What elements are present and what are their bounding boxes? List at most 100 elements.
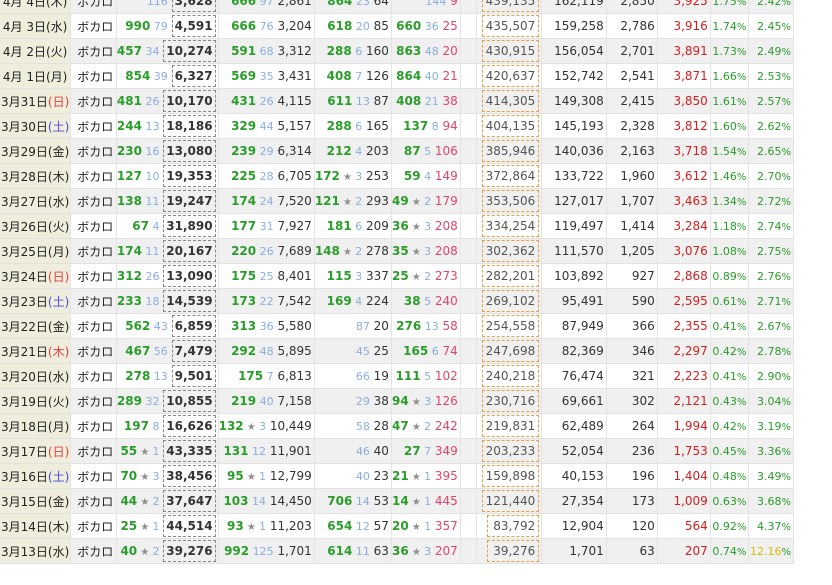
daily-rank-cell-sub: 18 [141, 295, 160, 308]
weekly-rank-cell-sub: 29 [256, 145, 274, 158]
percent-unit: % [781, 497, 791, 508]
mylist-rank-cell-rank: 408 [396, 94, 422, 108]
weekday-text: (火) [47, 394, 70, 409]
monthly-rank-cell-value: 85 [369, 19, 389, 33]
like-rate-value: 2.42 [756, 0, 782, 8]
like-rate-cell: 2.49% [748, 38, 794, 64]
spacer-cell [460, 138, 477, 164]
mylist-rate-value: 1.74 [712, 20, 737, 33]
percent-unit: % [781, 122, 791, 133]
like-rate-value: 2.78 [756, 345, 782, 358]
monthly-rank-cell: 148 ★ 2 278 [314, 238, 392, 264]
daily-rank-cell-sub: 26 [141, 95, 160, 108]
weekly-rank-cell-rank: 992 [224, 544, 250, 558]
percent-unit: % [736, 197, 747, 208]
like-rate-value: 2.57 [756, 95, 782, 108]
monthly-rank-cell-sub: 87 [355, 320, 370, 333]
like-rate-cell: 2.71% [748, 288, 794, 314]
mylist-count-cell: 236 [606, 438, 658, 464]
weekly-rank-cell: 666 97 2,861 [218, 0, 315, 14]
weekly-rank-cell-value: 5,580 [273, 319, 312, 333]
date-text: 3月23日 [0, 294, 48, 309]
mylist-rank-cell-rank: 38 [403, 294, 421, 308]
daily-view-count: 18,186 [163, 115, 216, 137]
percent-unit: % [736, 0, 747, 8]
mylist-rank-cell: 144 9 [391, 0, 461, 14]
monthly-rank-cell: 618 20 85 [314, 13, 392, 39]
mylist-rate-value: 1.73 [712, 45, 737, 58]
daily-rank-cell: 278 13 9,501 [116, 363, 219, 389]
percent-unit: % [736, 297, 747, 308]
daily-view-count: 7,479 [171, 340, 216, 362]
weekly-rank-cell-sub: 44 [256, 120, 274, 133]
weekly-rank-cell-rank: 131 [223, 444, 249, 458]
mylist-rank-cell-value: 21 [438, 69, 458, 83]
like-count-cell: 1,994 [657, 413, 711, 439]
mylist-rank-cell-rank: 21 [392, 469, 409, 483]
date-text: 3月30日 [0, 119, 48, 134]
mylist-rank-cell-value: 106 [431, 144, 458, 158]
daily-rank-cell: 990 79 4,591 [116, 13, 219, 39]
genre-cell: ボカロ [70, 13, 117, 39]
like-rate-cell: 2.72% [748, 188, 794, 214]
daily-view-count: 19,247 [163, 190, 216, 212]
percent-unit: % [736, 472, 747, 483]
daily-rank-cell: 55 ★ 1 43,335 [116, 438, 219, 464]
genre-cell: ボカロ [70, 163, 117, 189]
daily-rank-cell-rank: 278 [125, 369, 151, 383]
total-view-cell: 404,135 [476, 113, 543, 139]
comment-count-cell: 145,193 [541, 113, 607, 139]
daily-view-count: 39,276 [163, 540, 216, 562]
total-view-cell: 435,507 [476, 13, 543, 39]
weekday-text: (木) [47, 519, 70, 534]
daily-rank-cell-rank: 457 [116, 44, 142, 58]
daily-view-count: 31,890 [163, 215, 216, 237]
total-view-cell: 83,792 [476, 513, 543, 539]
weekday-text: (木) [45, 0, 68, 9]
spacer-cell [460, 363, 477, 389]
monthly-rank-cell: 172 ★ 3 253 [314, 163, 392, 189]
comment-count-cell: 87,949 [541, 313, 607, 339]
total-view-count: 353,506 [481, 190, 540, 212]
daily-rank-cell-sub: 39 [150, 70, 168, 83]
genre-cell: ボカロ [70, 113, 117, 139]
monthly-rank-cell: 706 14 53 [314, 488, 392, 514]
like-count-cell: 3,463 [657, 188, 711, 214]
mylist-count-cell: 346 [606, 338, 658, 364]
total-view-count: 269,102 [481, 290, 540, 312]
weekly-rank-cell-rank: 569 [231, 69, 257, 83]
weekly-rank-cell: 591 68 3,312 [218, 38, 315, 64]
percent-unit: % [781, 147, 791, 158]
weekly-rank-cell-sub: 14 [248, 495, 266, 508]
like-count-cell: 3,871 [657, 63, 711, 89]
weekly-rank-cell-rank: 175 [231, 269, 257, 283]
date-text: 4月 1日 [2, 69, 46, 84]
mylist-count-cell: 2,415 [606, 88, 658, 114]
total-view-cell: 353,506 [476, 188, 543, 214]
date-text: 3月17日 [0, 444, 48, 459]
mylist-rank-cell-rank: 14 [392, 494, 409, 508]
star-icon: ★ [137, 447, 153, 458]
weekly-rank-cell-rank: 666 [231, 19, 257, 33]
monthly-rank-cell: 87 20 [314, 313, 392, 339]
mylist-count-cell: 590 [606, 288, 658, 314]
genre-cell: ボカロ [70, 263, 117, 289]
mylist-rate-cell: 0.41% [710, 363, 750, 389]
ranking-history-table-container: 4月 4日(木) ボカロ 116 3,628 666 97 2,861 864 23 … [0, 0, 794, 585]
total-view-cell: 414,305 [476, 88, 543, 114]
mylist-rank-cell-value: 208 [431, 219, 458, 233]
mylist-rank-cell-rank: 35 [392, 244, 409, 258]
mylist-count-cell: 302 [606, 388, 658, 414]
table-row: 3月21日(木) ボカロ 467 56 7,479 292 48 5,895 45 2… [0, 338, 794, 364]
genre-cell: ボカロ [70, 63, 117, 89]
like-rate-value: 4.37 [756, 520, 782, 533]
daily-rank-cell: 40 ★ 2 39,276 [116, 538, 219, 564]
mylist-count-cell: 196 [606, 463, 658, 489]
mylist-rank-cell: 165 6 74 [391, 338, 461, 364]
mylist-rate-value: 0.48 [712, 470, 737, 483]
monthly-rank-cell-value: 337 [362, 269, 389, 283]
percent-unit: % [781, 547, 791, 558]
monthly-rank-cell-value: 20 [369, 319, 389, 333]
weekly-rank-cell-sub: 35 [256, 70, 274, 83]
daily-rank-cell: 467 56 7,479 [116, 338, 219, 364]
